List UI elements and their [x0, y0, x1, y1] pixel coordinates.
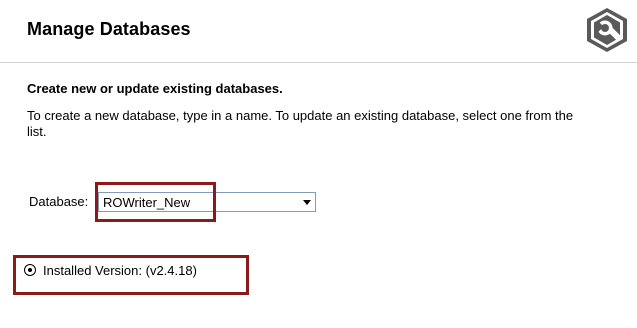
database-highlight-box: [95, 182, 216, 222]
section-heading: Create new or update existing databases.: [27, 81, 283, 96]
database-label: Database:: [29, 194, 89, 209]
wrench-settings-icon: [587, 8, 627, 52]
page-header: Manage Databases: [0, 0, 637, 63]
section-description: To create a new database, type in a name…: [27, 108, 574, 139]
version-highlight-box: [13, 255, 249, 295]
page-title: Manage Databases: [27, 19, 191, 39]
chevron-down-icon[interactable]: [303, 200, 311, 205]
